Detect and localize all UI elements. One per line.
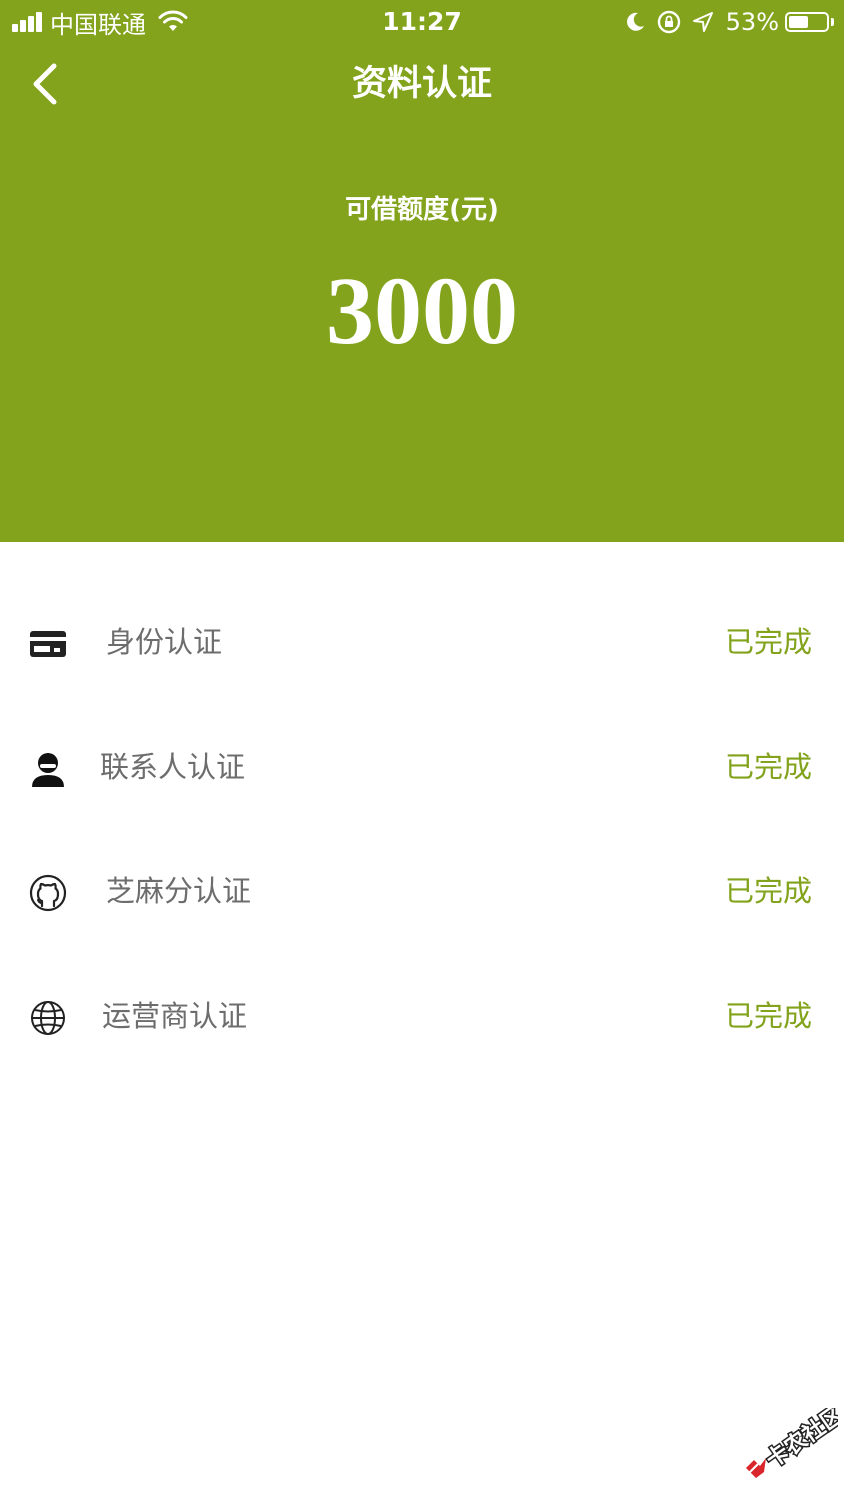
page-title: 资料认证 — [351, 64, 492, 104]
watermark-logo: 卡农社区 — [746, 1408, 838, 1478]
verification-item-contacts[interactable]: 联系人认证 已完成 — [0, 719, 844, 815]
contact-person-icon — [32, 753, 64, 787]
credit-label: 可借额度(元) — [345, 195, 499, 225]
verification-status: 已完成 — [724, 625, 812, 659]
verification-status: 已完成 — [724, 750, 812, 784]
battery-tip — [831, 18, 834, 26]
verification-label: 运营商认证 — [102, 999, 248, 1033]
moon-icon — [626, 12, 644, 31]
github-octocat-icon — [29, 874, 67, 912]
id-card-icon — [30, 631, 66, 657]
header: 中国联通 11:27 53% 资料认证 可借额度(元) 3000 — [0, 0, 844, 542]
status-right: 53% — [614, 6, 834, 38]
verification-label: 芝麻分认证 — [106, 874, 252, 908]
battery-fill — [789, 16, 809, 28]
credit-amount: 3000 — [326, 257, 518, 364]
status-bar: 中国联通 11:27 53% — [0, 0, 844, 44]
battery-icon — [785, 12, 829, 32]
verification-status: 已完成 — [724, 999, 812, 1033]
rotation-lock-icon — [657, 10, 680, 34]
location-arrow-icon — [692, 12, 713, 32]
verification-label: 身份认证 — [106, 625, 223, 659]
globe-icon — [31, 1001, 65, 1035]
watermark-text: 卡农社区 — [761, 1408, 838, 1473]
verification-label: 联系人认证 — [100, 750, 246, 784]
verification-status: 已完成 — [724, 874, 812, 908]
verification-item-carrier[interactable]: 运营商认证 已完成 — [0, 968, 844, 1064]
verification-item-sesame[interactable]: 芝麻分认证 已完成 — [0, 843, 844, 939]
battery-percent: 53% — [725, 8, 779, 36]
verification-item-identity[interactable]: 身份认证 已完成 — [0, 594, 844, 690]
